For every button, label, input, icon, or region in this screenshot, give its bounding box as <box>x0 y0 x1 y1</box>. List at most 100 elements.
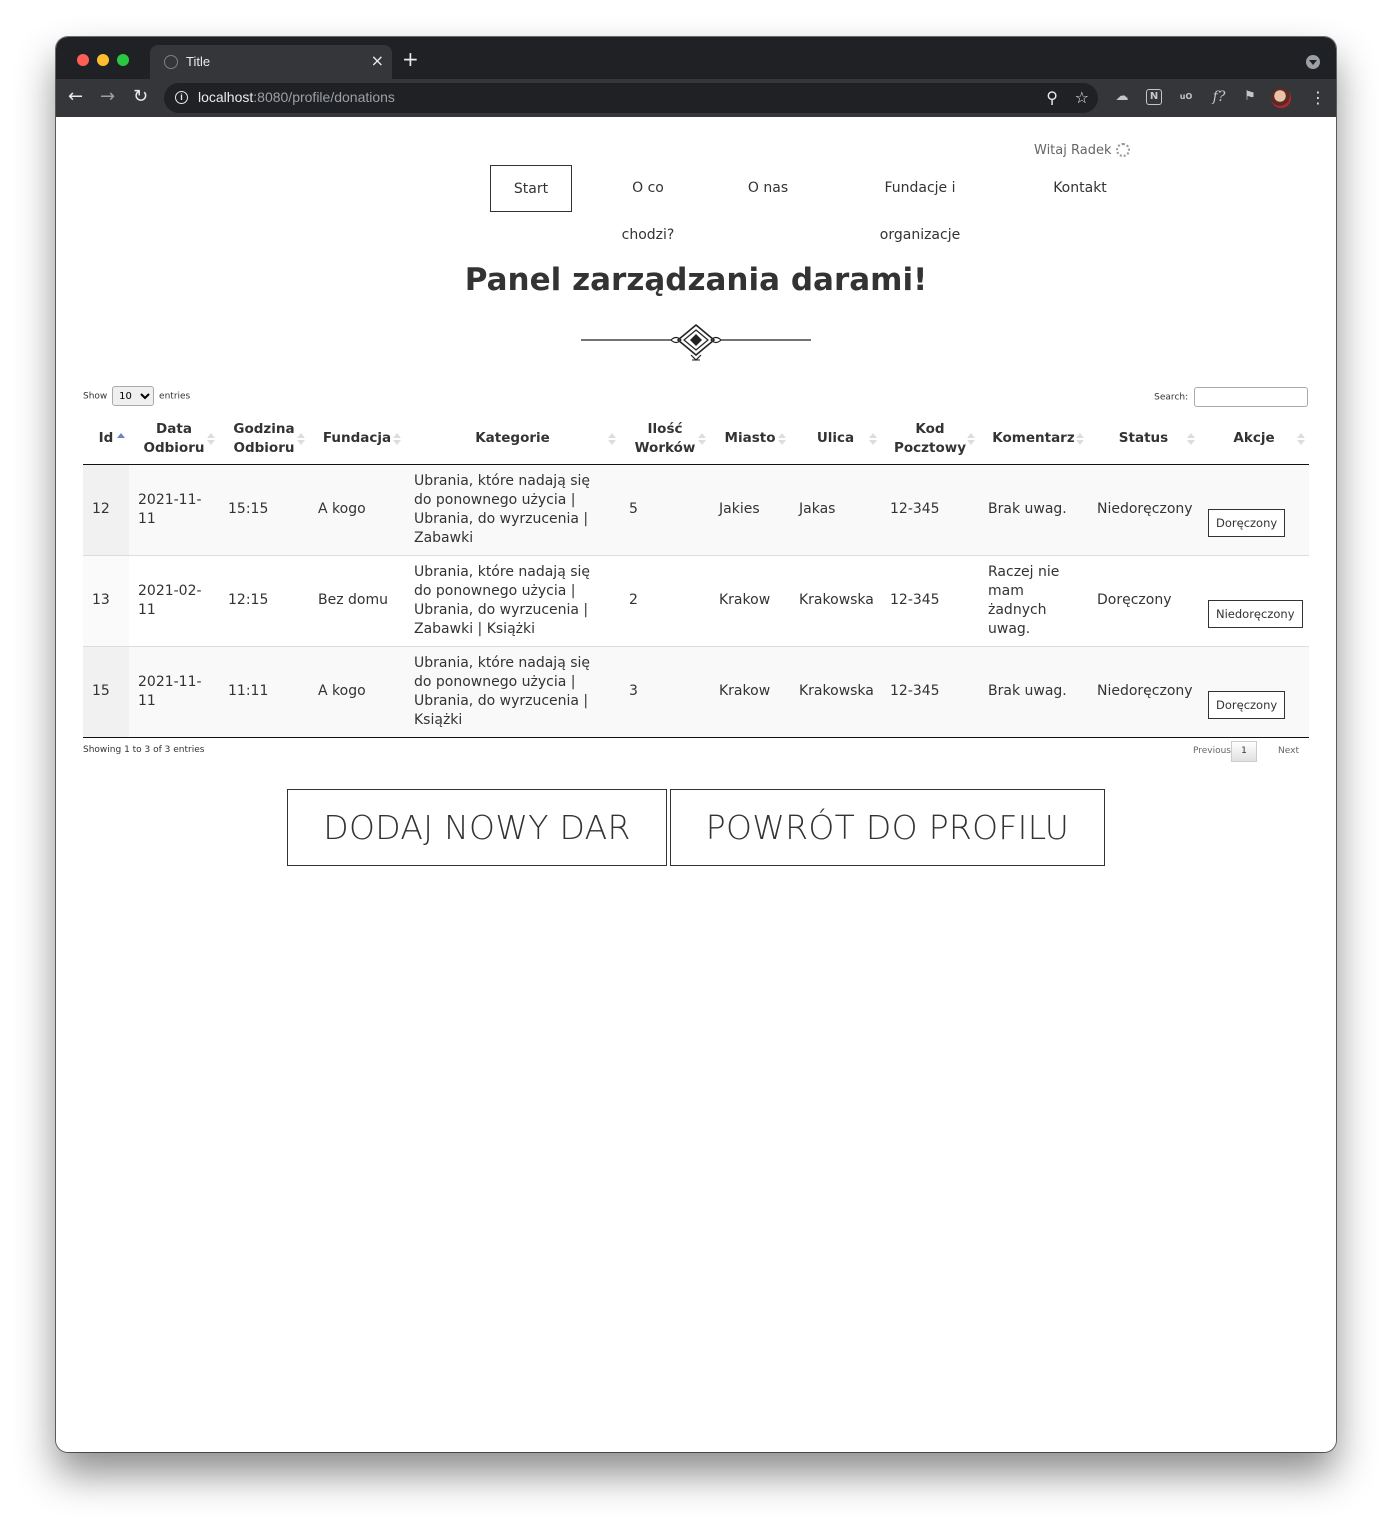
show-label: Show <box>83 391 108 402</box>
tab-search-icon[interactable] <box>1306 55 1320 69</box>
sort-icon <box>698 433 706 445</box>
globe-icon <box>164 55 178 69</box>
site-info-icon[interactable]: i <box>175 91 188 104</box>
sort-icon <box>393 433 401 445</box>
table-search: Search: <box>1154 387 1308 407</box>
nav-about-us[interactable]: O nas <box>746 165 790 212</box>
ublock-extension-icon[interactable]: uO <box>1178 89 1194 105</box>
zoom-icon[interactable]: ⚲ <box>1046 88 1058 108</box>
cell-comment: Raczej nie mam żadnych uwag. <box>979 554 1088 646</box>
column-header-city[interactable]: Miasto <box>710 414 790 465</box>
column-header-actions[interactable]: Akcje <box>1199 414 1309 465</box>
sort-icon <box>608 433 616 445</box>
column-header-status[interactable]: Status <box>1088 414 1199 465</box>
cell-street: Krakowska <box>790 645 881 738</box>
column-header-date[interactable]: Data Odbioru <box>129 414 219 465</box>
cell-categories: Ubrania, które nadają się do ponownego u… <box>405 554 620 646</box>
column-header-bags[interactable]: Ilość Worków <box>620 414 710 465</box>
sort-icon <box>778 433 786 445</box>
back-icon[interactable]: ← <box>68 87 83 107</box>
cell-bags: 5 <box>620 464 710 555</box>
tab-strip: Title × + <box>56 37 1336 79</box>
pagination: Previous 1 Next <box>1179 741 1299 763</box>
tab-title: Title <box>186 54 211 69</box>
formula-extension-icon[interactable]: f? <box>1208 89 1230 105</box>
notion-extension-icon[interactable]: N <box>1146 89 1162 105</box>
column-header-categories[interactable]: Kategorie <box>405 414 620 465</box>
current-page-button[interactable]: 1 <box>1231 741 1257 762</box>
browser-window: Title × + ← → ↻ i localhost:8080/profile… <box>56 37 1336 1452</box>
browser-tab[interactable]: Title × <box>150 45 392 79</box>
page-length-control: Show 10 entries <box>83 386 190 406</box>
sort-icon <box>869 433 877 445</box>
mark-delivered-button[interactable]: Doręczony <box>1208 690 1286 719</box>
column-header-id[interactable]: Id <box>83 414 129 465</box>
nav-start[interactable]: Start <box>490 165 572 212</box>
cell-city: Jakies <box>710 464 790 555</box>
cell-bags: 2 <box>620 554 710 646</box>
sort-icon <box>1187 433 1195 445</box>
cell-city: Krakow <box>710 645 790 738</box>
browser-menu-icon[interactable]: ⋮ <box>1310 88 1326 108</box>
nav-contact[interactable]: Kontakt <box>1051 165 1109 212</box>
close-window-button[interactable] <box>77 54 89 66</box>
forward-icon[interactable]: → <box>100 87 115 107</box>
close-tab-icon[interactable]: × <box>371 51 384 71</box>
page-title: Panel zarządzania darami! <box>464 262 928 298</box>
cell-id: 15 <box>83 645 129 738</box>
search-input[interactable] <box>1194 387 1308 407</box>
cell-street: Jakas <box>790 464 881 555</box>
cell-zip: 12-345 <box>881 554 979 646</box>
nav-about[interactable]: O co chodzi? <box>604 165 692 243</box>
cell-street: Krakowska <box>790 554 881 646</box>
extensions-puzzle-icon[interactable]: ⚑ <box>1242 89 1258 105</box>
profile-avatar[interactable] <box>1271 88 1291 108</box>
user-greeting: Witaj Radek <box>1034 143 1112 158</box>
extension-cloud-icon[interactable]: ☁ <box>1114 89 1130 105</box>
sort-icon <box>967 433 975 445</box>
new-tab-button[interactable]: + <box>402 49 419 69</box>
cell-zip: 12-345 <box>881 464 979 555</box>
cell-status: Niedoręczony <box>1088 464 1199 555</box>
back-to-profile-button[interactable]: POWRÓT DO PROFILU <box>670 789 1105 866</box>
mark-undelivered-button[interactable]: Niedoręczony <box>1208 599 1303 628</box>
cell-comment: Brak uwag. <box>979 645 1088 738</box>
cell-status: Doręczony <box>1088 554 1199 646</box>
previous-page-button[interactable]: Previous <box>1193 746 1231 756</box>
cell-foundation: A kogo <box>309 464 405 555</box>
cell-id: 13 <box>83 554 129 646</box>
add-donation-button[interactable]: DODAJ NOWY DAR <box>287 789 667 866</box>
cell-comment: Brak uwag. <box>979 464 1088 555</box>
reload-icon[interactable]: ↻ <box>133 87 148 107</box>
donations-table: Id Data Odbioru Godzina Odbioru Fundacja… <box>83 414 1309 738</box>
cell-actions: Doręczony <box>1199 464 1309 555</box>
cell-id: 12 <box>83 464 129 555</box>
maximize-window-button[interactable] <box>117 54 129 66</box>
cell-actions: Doręczony <box>1199 645 1309 738</box>
column-header-zip[interactable]: Kod Pocztowy <box>881 414 979 465</box>
bookmark-star-icon[interactable]: ☆ <box>1075 88 1089 108</box>
settings-gear-icon[interactable] <box>1116 143 1130 157</box>
cell-date: 2021-11-11 <box>129 645 219 738</box>
column-header-comment[interactable]: Komentarz <box>979 414 1088 465</box>
minimize-window-button[interactable] <box>97 54 109 66</box>
page-length-select[interactable]: 10 <box>112 386 155 406</box>
address-bar[interactable]: i localhost:8080/profile/donations ⚲ ☆ <box>164 83 1098 113</box>
table-row: 15 2021-11-11 11:11 A kogo Ubrania, któr… <box>83 645 1309 738</box>
cell-time: 11:11 <box>219 645 309 738</box>
column-header-time[interactable]: Godzina Odbioru <box>219 414 309 465</box>
entries-label: entries <box>159 391 191 402</box>
cell-foundation: Bez domu <box>309 554 405 646</box>
cell-actions: Niedoręczony <box>1199 554 1309 646</box>
column-header-street[interactable]: Ulica <box>790 414 881 465</box>
mark-delivered-button[interactable]: Doręczony <box>1208 508 1286 537</box>
cell-city: Krakow <box>710 554 790 646</box>
cell-categories: Ubrania, które nadają się do ponownego u… <box>405 645 620 738</box>
next-page-button[interactable]: Next <box>1278 746 1299 756</box>
cell-date: 2021-02-11 <box>129 554 219 646</box>
nav-foundations[interactable]: Fundacje i organizacje <box>844 165 996 243</box>
sort-icon <box>1076 433 1084 445</box>
cell-time: 15:15 <box>219 464 309 555</box>
column-header-foundation[interactable]: Fundacja <box>309 414 405 465</box>
cell-status: Niedoręczony <box>1088 645 1199 738</box>
